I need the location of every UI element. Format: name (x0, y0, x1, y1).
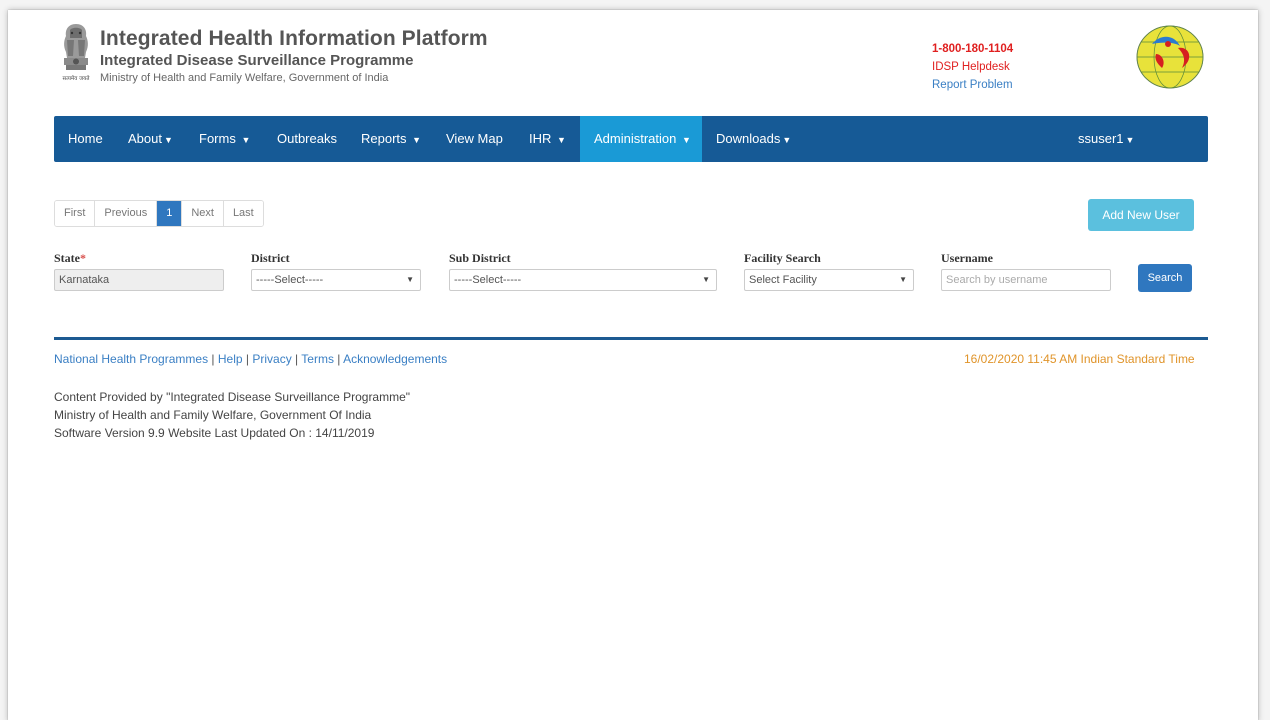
caret-down-icon: ▼ (412, 135, 422, 145)
dropdown-arrow-icon: ▼ (406, 275, 414, 284)
required-marker: * (80, 251, 86, 265)
dropdown-arrow-icon: ▼ (899, 275, 907, 284)
district-label: District (251, 251, 290, 265)
subdistrict-select-value: -----Select----- (454, 274, 522, 286)
add-new-user-button[interactable]: Add New User (1088, 199, 1194, 231)
credit-line: Ministry of Health and Family Welfare, G… (54, 408, 372, 422)
nav-ihr[interactable]: IHR ▼ (529, 116, 566, 162)
facility-select-value: Select Facility (749, 274, 817, 286)
helpdesk-link[interactable]: IDSP Helpdesk (932, 58, 1013, 76)
state-select[interactable]: Karnataka (54, 269, 224, 291)
footer-links: National Health Programmes | Help | Priv… (54, 352, 447, 366)
footer-link-terms[interactable]: Terms (301, 352, 334, 366)
footer-link-help[interactable]: Help (218, 352, 243, 366)
national-emblem-icon: सत्यमेव जयते (62, 24, 90, 82)
report-problem-link[interactable]: Report Problem (932, 76, 1013, 94)
search-button[interactable]: Search (1138, 264, 1192, 292)
main-navbar: Home About ▼ Forms ▼ Outbreaks Reports ▼ … (54, 116, 1208, 162)
username-search-input[interactable]: Search by username (941, 269, 1111, 291)
nav-home[interactable]: Home (68, 116, 103, 162)
nav-reports-label: Reports (361, 131, 407, 146)
site-title: Integrated Health Information Platform (100, 27, 488, 50)
caret-down-icon: ▼ (557, 135, 566, 145)
state-label: State* (54, 251, 86, 266)
nav-reports[interactable]: Reports ▼ (361, 116, 421, 162)
footer-link-privacy[interactable]: Privacy (252, 352, 291, 366)
footer-credits: Content Provided by "Integrated Disease … (54, 388, 410, 442)
nav-user-label: ssuser1 (1078, 131, 1124, 146)
separator: | (333, 352, 344, 366)
helpdesk-block: 1-800-180-1104 IDSP Helpdesk Report Prob… (932, 40, 1013, 94)
separator: | (291, 352, 302, 366)
nav-forms[interactable]: Forms ▼ (199, 116, 250, 162)
pager-previous[interactable]: Previous (95, 201, 158, 226)
caret-down-icon: ▼ (782, 135, 792, 145)
nav-forms-label: Forms (199, 131, 236, 146)
credit-line: Content Provided by "Integrated Disease … (54, 390, 411, 404)
pagination: First Previous 1 Next Last (54, 200, 264, 227)
pager-current-page[interactable]: 1 (157, 201, 183, 226)
caret-down-icon: ▼ (1125, 135, 1135, 145)
server-timestamp: 16/02/2020 11:45 AM Indian Standard Time (964, 352, 1195, 366)
nav-user-menu[interactable]: ssuser1 ▼ (1078, 116, 1134, 162)
helpline-phone[interactable]: 1-800-180-1104 (932, 40, 1013, 58)
caret-down-icon: ▼ (163, 135, 173, 145)
footer-link-nhp[interactable]: National Health Programmes (54, 352, 208, 366)
nav-downloads[interactable]: Downloads ▼ (716, 116, 791, 162)
nav-about[interactable]: About ▼ (128, 116, 173, 162)
subdistrict-select[interactable]: -----Select----- ▼ (449, 269, 717, 291)
nav-about-label: About (128, 131, 162, 146)
svg-text:सत्यमेव जयते: सत्यमेव जयते (62, 75, 90, 82)
facility-search-label: Facility Search (744, 251, 821, 265)
pager-first[interactable]: First (55, 201, 96, 226)
footer-link-acknowledgements[interactable]: Acknowledgements (343, 352, 447, 366)
state-label-text: State (54, 251, 80, 265)
nav-outbreaks[interactable]: Outbreaks (277, 116, 337, 162)
nav-ihr-label: IHR (529, 131, 552, 146)
nav-downloads-label: Downloads (716, 131, 781, 146)
site-header: सत्यमेव जयते Integrated Health Informati… (54, 18, 1208, 98)
footer-divider (54, 337, 1208, 340)
separator: | (208, 352, 218, 366)
pager-next[interactable]: Next (182, 201, 224, 226)
district-select[interactable]: -----Select----- ▼ (251, 269, 421, 291)
caret-down-icon: ▼ (682, 135, 691, 145)
nav-administration-label: Administration (594, 131, 677, 146)
nav-administration[interactable]: Administration ▼ (580, 116, 702, 162)
dropdown-arrow-icon: ▼ (702, 275, 710, 284)
version-line: Software Version 9.9 Website Last Update… (54, 426, 375, 440)
site-subtitle: Integrated Disease Surveillance Programm… (100, 52, 414, 69)
facility-select[interactable]: Select Facility ▼ (744, 269, 914, 291)
subdistrict-label: Sub District (449, 251, 511, 265)
caret-down-icon: ▼ (241, 135, 251, 145)
ministry-line: Ministry of Health and Family Welfare, G… (100, 72, 389, 84)
nav-view-map[interactable]: View Map (446, 116, 503, 162)
username-label: Username (941, 251, 993, 265)
pager-last[interactable]: Last (223, 201, 263, 226)
separator: | (242, 352, 253, 366)
idsp-logo-icon (1136, 25, 1204, 89)
district-select-value: -----Select----- (256, 274, 324, 286)
